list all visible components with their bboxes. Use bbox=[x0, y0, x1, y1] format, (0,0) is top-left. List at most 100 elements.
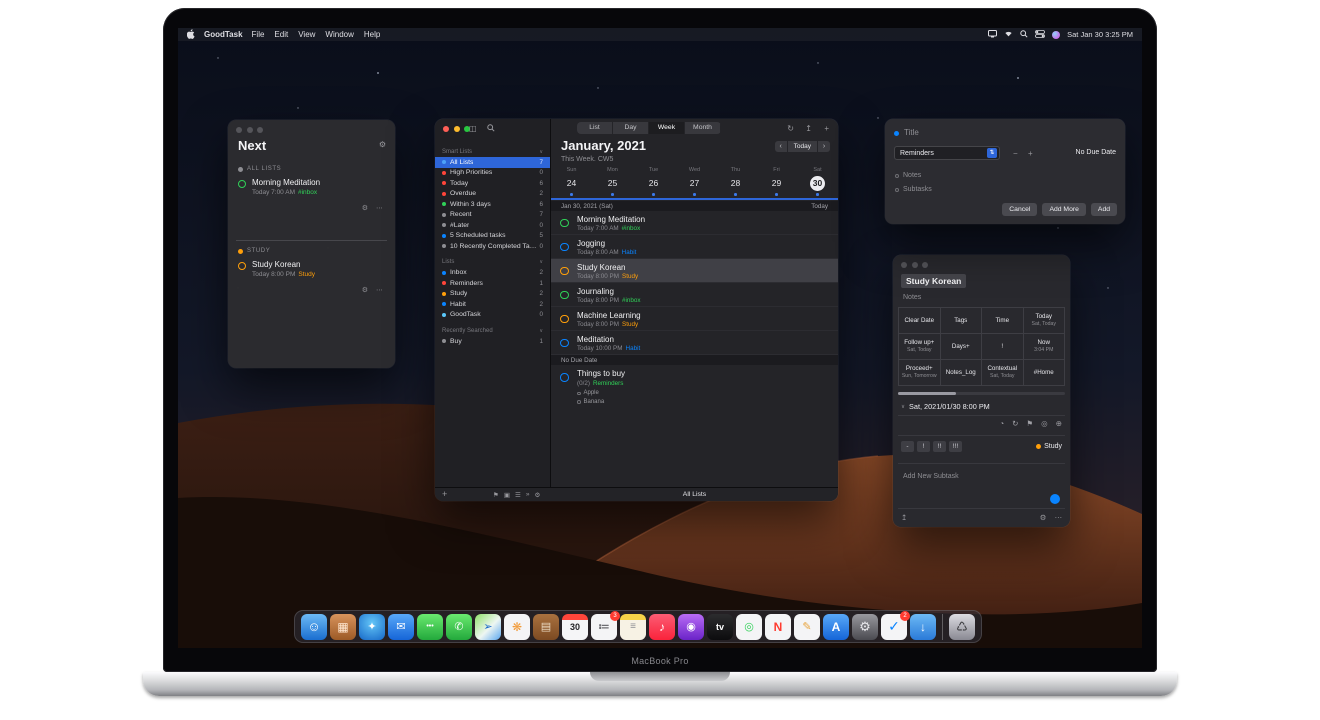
sidebar-group-header[interactable]: Smart Lists∨ bbox=[435, 146, 550, 157]
priority-button[interactable]: - bbox=[901, 441, 914, 452]
subtask-row[interactable]: Banana bbox=[577, 398, 604, 407]
calendar-day[interactable]: Sat 30 bbox=[797, 167, 838, 196]
calendar-day[interactable]: Mon 25 bbox=[592, 167, 633, 196]
cancel-button[interactable]: Cancel bbox=[1002, 203, 1037, 216]
task-row[interactable]: Morning Meditation Today 7:00 AM#inbox bbox=[228, 172, 395, 196]
today-button[interactable]: Today bbox=[788, 141, 817, 152]
add-icon[interactable]: + bbox=[824, 123, 829, 134]
display-icon[interactable] bbox=[988, 30, 997, 40]
calendar-day[interactable]: Thu 28 bbox=[715, 167, 756, 196]
subtask-row[interactable]: Apple bbox=[577, 389, 604, 398]
task-row[interactable]: Journaling Today 8:00 PM#inbox bbox=[551, 283, 838, 307]
notes-field[interactable]: Notes bbox=[895, 172, 921, 179]
control-center-icon[interactable] bbox=[1035, 30, 1045, 40]
flag-icon[interactable]: ⚑ bbox=[493, 491, 499, 499]
minus-icon[interactable]: − bbox=[1013, 149, 1018, 158]
list-icon[interactable]: ☰ bbox=[515, 491, 521, 499]
launchpad-icon[interactable]: ▦ bbox=[330, 614, 356, 640]
calendar-day[interactable]: Tue 26 bbox=[633, 167, 674, 196]
podcasts-icon[interactable]: ◉ bbox=[678, 614, 704, 640]
add-more-button[interactable]: Add More bbox=[1042, 203, 1085, 216]
sidebar-group-header[interactable]: Recently Searched∨ bbox=[435, 325, 550, 336]
complete-button[interactable] bbox=[1050, 494, 1060, 504]
list-tag[interactable]: Study bbox=[1036, 443, 1062, 450]
calendar-day[interactable]: Wed 27 bbox=[674, 167, 715, 196]
location-icon[interactable]: ◎ bbox=[1041, 419, 1048, 428]
due-date-row[interactable]: ∨ Sat, 2021/01/30 8:00 PM bbox=[901, 402, 990, 411]
subtasks-field[interactable]: Subtasks bbox=[895, 186, 932, 193]
next-button[interactable]: › bbox=[818, 141, 830, 152]
finder-icon[interactable]: ☺ bbox=[301, 614, 327, 640]
gear-icon[interactable]: ⚙ bbox=[362, 204, 368, 212]
scrollbar[interactable] bbox=[898, 392, 1065, 395]
no-due-task-row[interactable]: Things to buy (0/2)Reminders bbox=[551, 367, 838, 387]
sidebar-group-header[interactable]: Lists∨ bbox=[435, 257, 550, 268]
view-tab[interactable]: List bbox=[577, 122, 613, 134]
search-icon[interactable] bbox=[487, 124, 495, 135]
quick-action-button[interactable]: Proceed+ Sun, Tomorrow bbox=[899, 360, 940, 385]
sidebar-item[interactable]: Overdue 2 bbox=[435, 189, 550, 200]
view-tab[interactable]: Week bbox=[649, 122, 685, 134]
calendar-icon[interactable]: 30 bbox=[562, 614, 588, 640]
task-row[interactable]: Morning Meditation Today 7:00 AM#inbox bbox=[551, 211, 838, 235]
wifi-icon[interactable] bbox=[1004, 30, 1013, 39]
sidebar-item[interactable]: #Later 0 bbox=[435, 220, 550, 231]
task-complete-circle[interactable] bbox=[560, 291, 569, 300]
notes-field[interactable]: Notes bbox=[903, 294, 921, 301]
task-complete-circle[interactable] bbox=[560, 339, 569, 348]
quick-action-button[interactable]: Follow up+ Sat, Today bbox=[899, 334, 940, 359]
priority-button[interactable]: !!! bbox=[949, 441, 962, 452]
books-icon[interactable]: ▤ bbox=[533, 614, 559, 640]
sidebar-item[interactable]: Inbox 2 bbox=[435, 268, 550, 279]
forward-icon[interactable]: » bbox=[526, 491, 530, 499]
alarm-icon[interactable]: ◔ bbox=[1000, 419, 1005, 428]
goodtask-icon[interactable]: ✓ 2 bbox=[881, 614, 907, 640]
apple-menu[interactable] bbox=[187, 29, 195, 41]
menu-clock[interactable]: Sat Jan 30 3:25 PM bbox=[1067, 30, 1133, 39]
sidebar-item[interactable]: Today 6 bbox=[435, 178, 550, 189]
music-icon[interactable]: ♪ bbox=[649, 614, 675, 640]
maps-icon[interactable]: ➢ bbox=[475, 614, 501, 640]
app-menu-goodtask[interactable]: GoodTask bbox=[204, 30, 243, 39]
sync-icon[interactable]: ↻ bbox=[787, 123, 794, 134]
quick-action-button[interactable]: Contextual Sat, Today bbox=[982, 360, 1023, 385]
sidebar-item[interactable]: Recent 7 bbox=[435, 210, 550, 221]
sidebar-item[interactable]: 10 Recently Completed Tasks 0 bbox=[435, 241, 550, 252]
gear-icon[interactable]: ⚙ bbox=[362, 286, 368, 294]
sidebar-item[interactable]: Study 2 bbox=[435, 289, 550, 300]
task-row[interactable]: Study Korean Today 8:00 PMStudy bbox=[551, 259, 838, 283]
gear-icon[interactable]: ⚙ bbox=[1040, 513, 1047, 522]
task-complete-circle[interactable] bbox=[560, 243, 569, 252]
textedit-icon[interactable]: ✎ bbox=[794, 614, 820, 640]
quick-action-button[interactable]: Tags bbox=[941, 308, 982, 333]
news-icon[interactable]: N bbox=[765, 614, 791, 640]
photos-icon[interactable]: ❋ bbox=[504, 614, 530, 640]
sidebar-item[interactable]: Within 3 days 6 bbox=[435, 199, 550, 210]
priority-button[interactable]: ! bbox=[917, 441, 930, 452]
quick-action-button[interactable]: Today Sat, Today bbox=[1024, 308, 1065, 333]
sidebar-item[interactable]: High Priorities 0 bbox=[435, 168, 550, 179]
facetime-icon[interactable]: ✆ bbox=[446, 614, 472, 640]
menu-item[interactable]: Help bbox=[364, 30, 380, 39]
add-subtask-field[interactable]: Add New Subtask bbox=[903, 473, 959, 480]
share-icon[interactable]: ↥ bbox=[901, 513, 907, 522]
subtask-circle[interactable] bbox=[577, 392, 581, 396]
search-icon[interactable] bbox=[1020, 30, 1028, 40]
downloads-icon[interactable]: ↓ bbox=[910, 614, 936, 640]
repeat-icon[interactable]: ↻ bbox=[1012, 419, 1018, 428]
task-row[interactable]: Study Korean Today 8:00 PMStudy bbox=[228, 254, 395, 278]
sidebar-item[interactable]: Habit 2 bbox=[435, 299, 550, 310]
title-input[interactable]: Title bbox=[904, 128, 919, 137]
calendar-icon[interactable]: ▣ bbox=[504, 491, 510, 499]
view-tab[interactable]: Day bbox=[613, 122, 649, 134]
menu-item[interactable]: Edit bbox=[274, 30, 288, 39]
more-icon[interactable]: ⋯ bbox=[376, 286, 383, 294]
task-complete-circle[interactable] bbox=[238, 262, 246, 270]
sidebar-item[interactable]: All Lists 7 bbox=[435, 157, 550, 168]
trash-icon[interactable]: ♺ bbox=[949, 614, 975, 640]
priority-button[interactable]: !! bbox=[933, 441, 946, 452]
safari-icon[interactable]: ✦ bbox=[359, 614, 385, 640]
sidebar-item[interactable]: Reminders 1 bbox=[435, 278, 550, 289]
calendar-day[interactable]: Sun 24 bbox=[551, 167, 592, 196]
task-complete-circle[interactable] bbox=[560, 315, 569, 324]
